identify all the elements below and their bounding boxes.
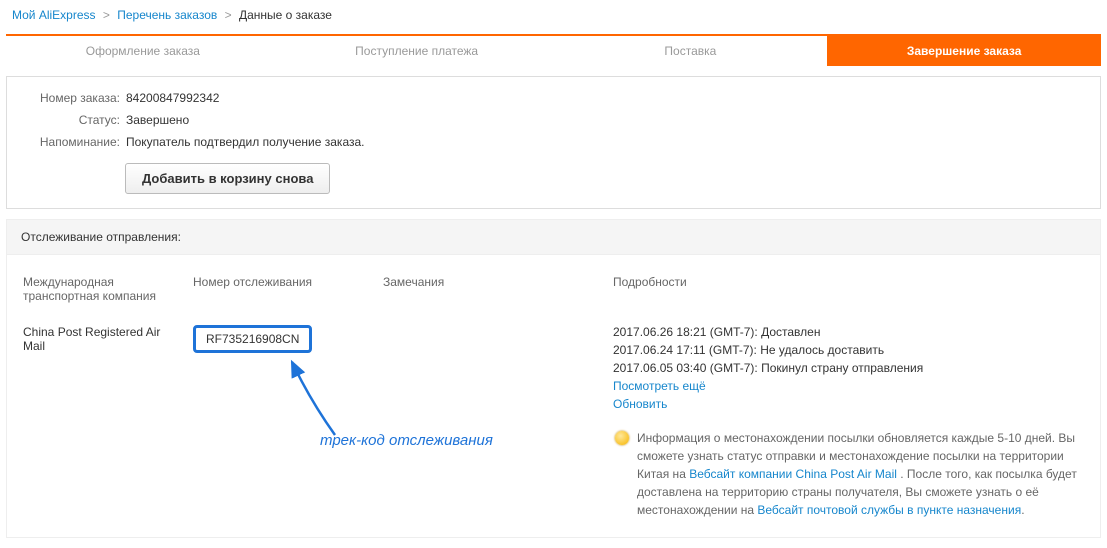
tracking-event: 2017.06.24 17:11 (GMT-7): Не удалось дос… — [613, 343, 1084, 357]
breadcrumb-sep: > — [225, 8, 232, 22]
table-row: China Post Registered Air Mail RF7352169… — [13, 321, 1094, 523]
trackno-cell: RF735216908CN — [183, 321, 373, 523]
step-payment: Поступление платежа — [280, 36, 554, 66]
th-notes: Замечания — [373, 269, 603, 321]
tracking-number-highlight: RF735216908CN — [193, 325, 312, 353]
breadcrumb-home-link[interactable]: Мой AliExpress — [12, 8, 96, 22]
breadcrumb-orders-link[interactable]: Перечень заказов — [117, 8, 217, 22]
breadcrumb-sep: > — [103, 8, 110, 22]
th-trackno: Номер отслеживания — [183, 269, 373, 321]
order-number-label: Номер заказа: — [25, 91, 120, 105]
tracking-info-row: Информация о местонахождении посылки обн… — [613, 421, 1084, 519]
refresh-link[interactable]: Обновить — [613, 397, 667, 411]
step-shipping: Поставка — [554, 36, 828, 66]
add-to-cart-button[interactable]: Добавить в корзину снова — [125, 163, 330, 194]
info-dot: . — [1021, 503, 1024, 517]
th-carrier: Международная транспортная компания — [13, 269, 183, 321]
order-reminder-value: Покупатель подтвердил получение заказа. — [126, 135, 365, 149]
order-status-value: Завершено — [126, 113, 189, 127]
destination-post-link[interactable]: Вебсайт почтовой службы в пункте назначе… — [757, 503, 1021, 517]
tracking-section-title: Отслеживание отправления: — [6, 219, 1101, 254]
see-more-link[interactable]: Посмотреть ещё — [613, 379, 706, 393]
tracking-info-text: Информация о местонахождении посылки обн… — [637, 429, 1084, 519]
annotation-label: трек-код отслеживания — [320, 432, 493, 449]
breadcrumb: Мой AliExpress > Перечень заказов > Данн… — [0, 0, 1107, 30]
notes-cell — [373, 321, 603, 523]
tracking-table: Международная транспортная компания Номе… — [13, 269, 1094, 523]
th-details: Подробности — [603, 269, 1094, 321]
tracking-panel: Международная транспортная компания Номе… — [6, 254, 1101, 538]
tracking-event: 2017.06.05 03:40 (GMT-7): Покинул страну… — [613, 361, 1084, 375]
details-cell: 2017.06.26 18:21 (GMT-7): Доставлен 2017… — [603, 321, 1094, 523]
tracking-event: 2017.06.26 18:21 (GMT-7): Доставлен — [613, 325, 1084, 339]
china-post-link[interactable]: Вебсайт компании China Post Air Mail — [689, 467, 897, 481]
order-reminder-label: Напоминание: — [25, 135, 120, 149]
order-number-value: 84200847992342 — [126, 91, 219, 105]
step-complete: Завершение заказа — [827, 36, 1101, 66]
carrier-cell: China Post Registered Air Mail — [13, 321, 183, 523]
lightbulb-icon — [615, 431, 629, 445]
breadcrumb-current: Данные о заказе — [239, 8, 332, 22]
step-checkout: Оформление заказа — [6, 36, 280, 66]
order-info-panel: Номер заказа: 84200847992342 Статус: Зав… — [6, 76, 1101, 209]
progress-steps: Оформление заказа Поступление платежа По… — [6, 34, 1101, 66]
order-status-label: Статус: — [25, 113, 120, 127]
